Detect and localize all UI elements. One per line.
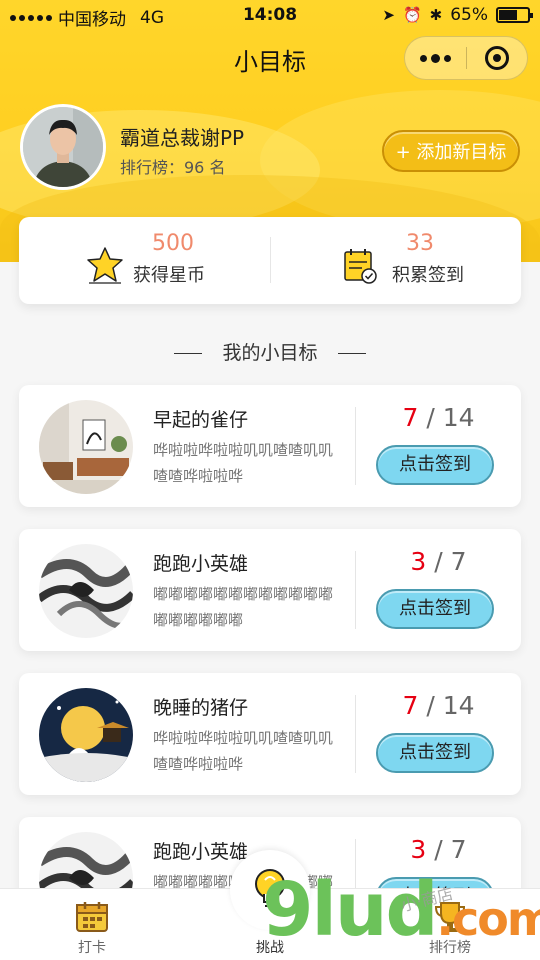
goal-progress: 7 / 14 — [402, 691, 475, 720]
tab-checkin[interactable]: 打卡 — [40, 889, 144, 960]
location-icon: ➤ — [382, 6, 395, 24]
stars-label: 获得星币 — [133, 265, 205, 286]
progress-done: 3 — [410, 547, 427, 576]
goal-description: 嘟嘟嘟嘟嘟嘟嘟嘟嘟嘟嘟嘟嘟嘟嘟嘟嘟嘟 — [153, 585, 334, 629]
alarm-icon: ⏰ — [402, 6, 422, 24]
tab-label: 打卡 — [78, 940, 106, 956]
add-goal-button[interactable]: + 添加新目标 — [382, 130, 520, 172]
more-dots-icon — [419, 54, 427, 62]
goal-thumbnail — [39, 544, 133, 638]
rank-text: 排行榜：96 名 — [120, 158, 226, 177]
tab-label: 排行榜 — [429, 940, 471, 956]
stat-stars: 500 获得星币 — [19, 217, 270, 304]
status-bar: 中国移动 4G 14:08 ➤ ⏰ ✱ 65% — [0, 0, 540, 30]
goal-name: 跑跑小英雄 — [153, 841, 249, 863]
checkins-count: 33 — [406, 231, 434, 256]
bluetooth-icon: ✱ — [429, 6, 443, 24]
target-circle-icon — [484, 46, 509, 70]
progress-total: 7 — [450, 547, 467, 576]
goal-card[interactable]: 晚睡的猪仔 哗啦啦哗啦啦叽叽喳喳叽叽喳喳哗啦啦哗 7 / 14 点击签到 — [19, 673, 521, 795]
battery-icon — [496, 7, 533, 23]
check-in-button[interactable]: 点击签到 — [376, 445, 494, 485]
progress-done: 3 — [410, 835, 427, 864]
user-profile: 霸道总裁谢PP 排行榜：96 名 + 添加新目标 — [20, 104, 520, 194]
goal-card[interactable]: 早起的雀仔 哗啦啦哗啦啦叽叽喳喳叽叽喳喳哗啦啦哗 7 / 14 点击签到 — [19, 385, 521, 507]
miniprogram-capsule — [404, 36, 528, 80]
progress-total: 14 — [442, 691, 475, 720]
progress-done: 7 — [402, 691, 419, 720]
section-heading: 我的小目标 — [0, 338, 540, 365]
nav-bar: 小目标 — [0, 30, 540, 86]
goal-progress: 3 / 7 — [410, 547, 467, 576]
avatar[interactable] — [20, 104, 106, 190]
check-in-button[interactable]: 点击签到 — [376, 733, 494, 773]
more-menu-button[interactable] — [405, 36, 466, 80]
stars-count: 500 — [152, 231, 194, 256]
stats-card: 500 获得星币 33 积累签到 — [19, 217, 521, 304]
progress-total: 7 — [450, 835, 467, 864]
goal-thumbnail — [39, 400, 133, 494]
close-miniprogram-button[interactable] — [466, 36, 527, 80]
calendar-icon — [76, 902, 108, 932]
progress-total: 14 — [442, 403, 475, 432]
progress-done: 7 — [402, 403, 419, 432]
goal-description: 哗啦啦哗啦啦叽叽喳喳叽叽喳喳哗啦啦哗 — [153, 441, 334, 485]
battery-percent: 65% — [450, 5, 488, 25]
goal-description: 哗啦啦哗啦啦叽叽喳喳叽叽喳喳哗啦啦哗 — [153, 729, 334, 773]
stat-checkins: 33 积累签到 — [270, 217, 521, 304]
goal-name: 跑跑小英雄 — [153, 553, 249, 575]
goal-card[interactable]: 跑跑小英雄 嘟嘟嘟嘟嘟嘟嘟嘟嘟嘟嘟嘟嘟嘟嘟嘟嘟嘟 3 / 7 点击签到 — [19, 529, 521, 651]
star-icon — [87, 247, 123, 284]
goal-name: 晚睡的猪仔 — [153, 697, 249, 719]
goal-progress: 7 / 14 — [402, 403, 475, 432]
goal-thumbnail — [39, 688, 133, 782]
tab-label: 挑战 — [256, 940, 284, 956]
goal-name: 早起的雀仔 — [153, 409, 249, 431]
check-in-button[interactable]: 点击签到 — [376, 589, 494, 629]
calendar-check-icon — [344, 249, 377, 284]
goal-progress: 3 / 7 — [410, 835, 467, 864]
lightbulb-icon[interactable] — [250, 866, 290, 916]
section-title: 我的小目标 — [222, 342, 318, 364]
username: 霸道总裁谢PP — [120, 126, 245, 150]
checkins-label: 积累签到 — [392, 265, 464, 286]
